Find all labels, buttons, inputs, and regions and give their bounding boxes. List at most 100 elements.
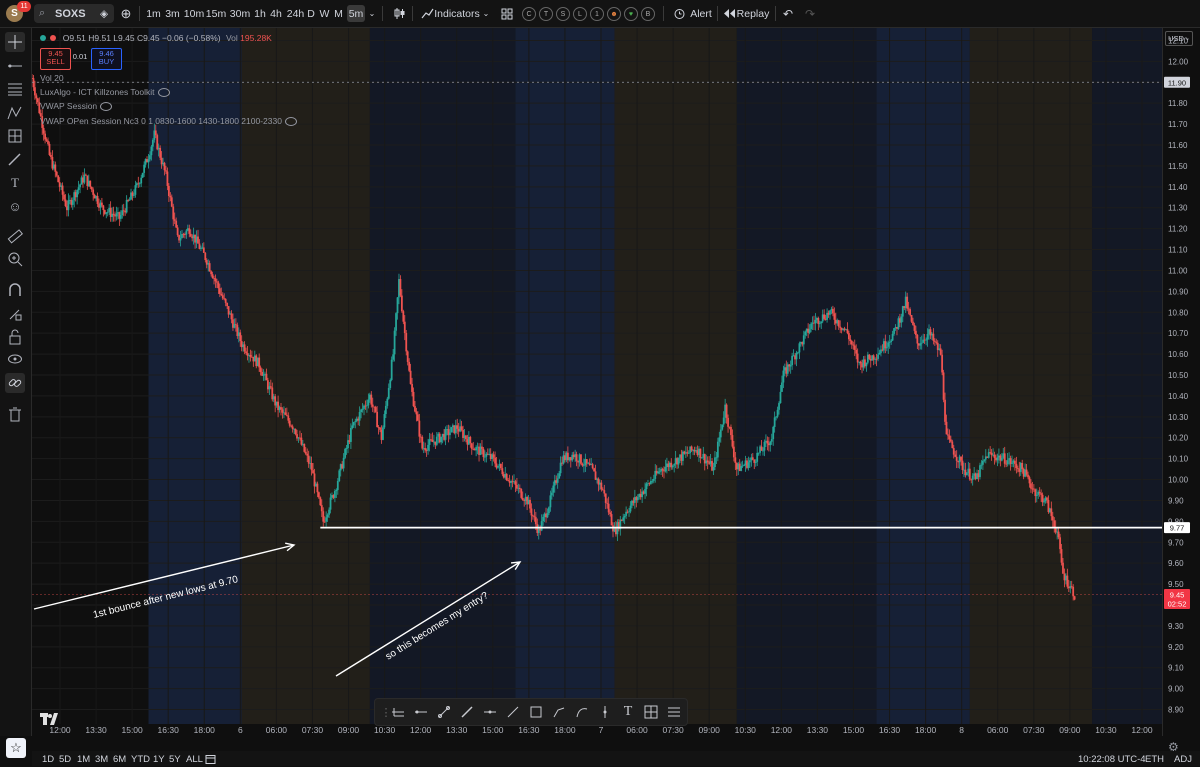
template-b-icon[interactable]: B <box>641 7 655 21</box>
interval-5m[interactable]: 5m <box>347 5 365 22</box>
alert-button[interactable]: Alert <box>689 5 713 22</box>
template-s-icon[interactable]: S <box>556 7 570 21</box>
candle-body <box>747 462 750 468</box>
candle-body <box>444 429 447 440</box>
calendar-icon[interactable] <box>205 754 216 767</box>
candle-body <box>581 463 584 466</box>
candles-icon[interactable] <box>391 5 407 22</box>
range-1y[interactable]: 1Y <box>153 754 165 765</box>
vline-tool-icon[interactable] <box>596 703 614 721</box>
buy-button[interactable]: 9.46 BUY <box>91 48 122 70</box>
interval-1h[interactable]: 1h <box>253 5 267 22</box>
hline2-tool-icon[interactable] <box>481 703 499 721</box>
range-all[interactable]: All <box>186 754 203 765</box>
lock-icon[interactable] <box>5 327 25 347</box>
candle-body <box>832 308 834 314</box>
range-5d[interactable]: 5D <box>59 754 71 765</box>
hline-tool-icon[interactable] <box>389 703 407 721</box>
brush-icon[interactable] <box>5 149 25 169</box>
eye-icon[interactable] <box>157 88 170 98</box>
study-killzones[interactable]: LuxAlgo - ICT Killzones Toolkit <box>40 87 170 98</box>
candle-body <box>951 441 954 449</box>
interval-w[interactable]: W <box>319 5 330 22</box>
text-icon[interactable]: T <box>5 173 25 193</box>
indicators-button[interactable]: Indicators <box>434 5 480 22</box>
template-c-icon[interactable]: C <box>522 7 536 21</box>
eye-icon[interactable] <box>284 117 297 127</box>
price-axis[interactable]: USD⌄ 12.1012.0011.9011.8011.7011.6011.50… <box>1162 28 1200 736</box>
replay-button[interactable]: Replay <box>737 5 770 22</box>
interval-m[interactable]: M <box>333 5 344 22</box>
magnet-icon[interactable] <box>5 280 25 300</box>
fib-icon[interactable] <box>5 79 25 99</box>
indicators-icon[interactable] <box>420 5 434 22</box>
undo-icon[interactable]: ↶ <box>781 5 795 22</box>
zoom-icon[interactable] <box>5 249 25 269</box>
emoji-icon[interactable]: ☺ <box>5 196 25 216</box>
candle-body <box>552 485 555 493</box>
add-symbol-icon[interactable]: ⊕ <box>118 5 134 22</box>
interval-3m[interactable]: 3m <box>164 5 181 22</box>
ruler-icon[interactable] <box>5 226 25 246</box>
candle-body <box>644 489 646 494</box>
chevron-down-icon[interactable]: ⌄ <box>481 5 491 22</box>
interval-1m[interactable]: 1m <box>145 5 162 22</box>
lock-drawing-icon[interactable] <box>5 304 25 324</box>
study-vol[interactable]: Vol 20 <box>40 73 64 83</box>
study-vwap-open[interactable]: VWAP OPen Session Nc3 0 1 0830-1600 1430… <box>40 116 297 127</box>
redo-icon[interactable]: ↷ <box>803 5 817 22</box>
trendline-icon[interactable] <box>5 56 25 76</box>
interval-d[interactable]: D <box>306 5 316 22</box>
crosshair-icon[interactable] <box>5 32 25 52</box>
fib-tool-icon[interactable] <box>665 703 683 721</box>
clock-time[interactable]: 10:22:08 UTC-4 <box>1078 754 1146 765</box>
y-tick-label: 10.90 <box>1168 287 1189 296</box>
interval-10m[interactable]: 10m <box>184 5 204 22</box>
range-1m[interactable]: 1M <box>77 754 90 765</box>
range-3m[interactable]: 3M <box>95 754 108 765</box>
interval-24h[interactable]: 24h <box>286 5 305 22</box>
path-tool-icon[interactable] <box>550 703 568 721</box>
prediction-icon[interactable] <box>5 126 25 146</box>
curve-tool-icon[interactable] <box>573 703 591 721</box>
chevron-down-icon[interactable]: ⌄ <box>367 5 377 22</box>
template-t-icon[interactable]: T <box>539 7 553 21</box>
template-1-icon[interactable]: 1 <box>590 7 604 21</box>
range-1d[interactable]: 1D <box>42 754 54 765</box>
chart-pane[interactable]: 12:00 13:30 15:00 16:30 18:00 6 06:00 07:30 09:0… <box>32 28 1162 736</box>
template-l-icon[interactable]: L <box>573 7 587 21</box>
range-ytd[interactable]: YTD <box>131 754 150 765</box>
interval-30m[interactable]: 30m <box>229 5 251 22</box>
candle-body <box>853 345 856 350</box>
interval-15m[interactable]: 15m <box>206 5 226 22</box>
trendline-tool-icon[interactable] <box>435 703 453 721</box>
candle-body <box>200 248 202 249</box>
session-label[interactable]: ETH <box>1145 754 1164 765</box>
study-vwap[interactable]: VWAP Session <box>40 101 113 112</box>
range-6m[interactable]: 6M <box>113 754 126 765</box>
range-5y[interactable]: 5Y <box>169 754 181 765</box>
text-tool-icon[interactable]: T <box>619 703 637 721</box>
trash-icon[interactable] <box>5 404 25 424</box>
link-icon[interactable] <box>5 373 25 393</box>
adj-toggle[interactable]: ADJ <box>1174 754 1192 765</box>
ray-tool-icon[interactable] <box>412 703 430 721</box>
pattern-icon[interactable] <box>5 103 25 123</box>
layout-grid-icon[interactable] <box>500 5 514 22</box>
candle-body <box>540 521 543 531</box>
replay-icon[interactable] <box>722 5 736 22</box>
template-heart-icon[interactable]: ♥ <box>624 7 638 21</box>
measure-tool-icon[interactable] <box>642 703 660 721</box>
brush-tool-icon[interactable] <box>458 703 476 721</box>
eye-icon[interactable] <box>100 102 113 112</box>
sell-button[interactable]: 9.45 SELL <box>40 48 71 70</box>
favorite-star-icon[interactable]: ☆ <box>6 738 26 758</box>
line-tool-icon[interactable] <box>504 703 522 721</box>
eye-icon[interactable] <box>5 349 25 369</box>
candle-body <box>208 263 211 272</box>
rect-tool-icon[interactable] <box>527 703 545 721</box>
interval-4h[interactable]: 4h <box>269 5 283 22</box>
template-face-icon[interactable]: ☻ <box>607 7 621 21</box>
alert-clock-icon[interactable] <box>672 5 686 22</box>
candle-body <box>55 171 58 176</box>
